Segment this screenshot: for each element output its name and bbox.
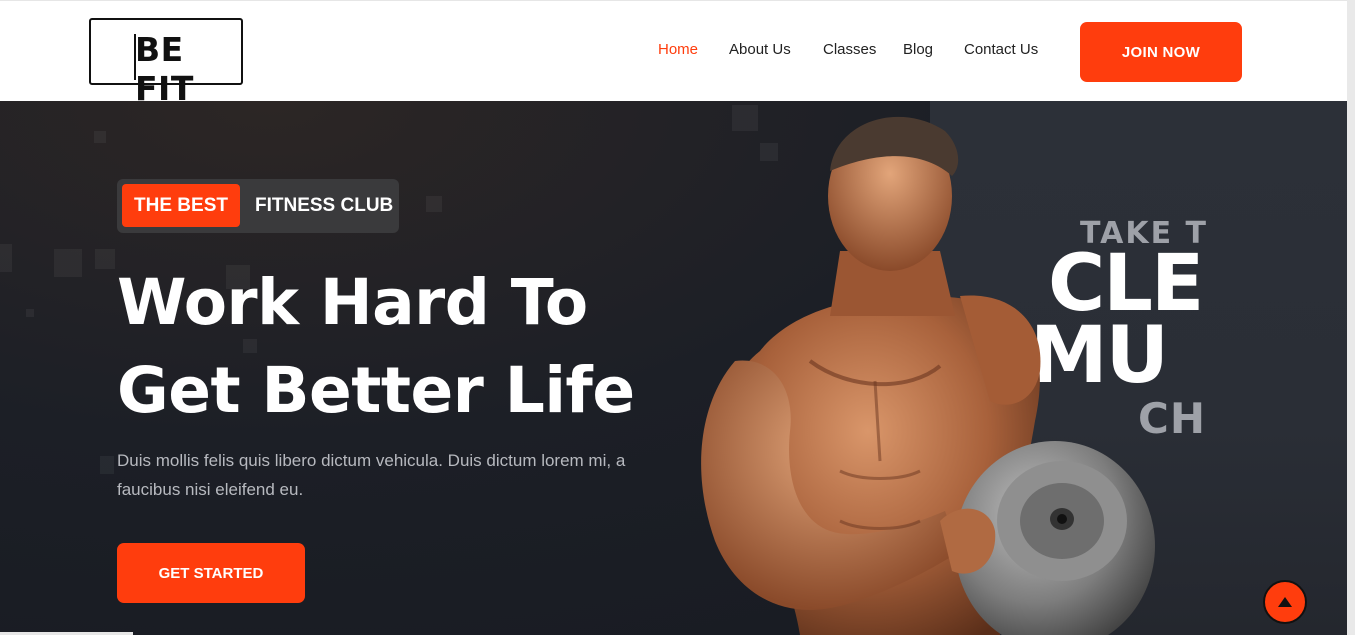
decor-square xyxy=(0,244,12,272)
decor-square xyxy=(94,131,106,143)
hero-badge: THE BEST FITNESS CLUB xyxy=(117,179,399,233)
decor-square xyxy=(100,456,114,474)
bodybuilder-dumbbell-icon xyxy=(701,116,1155,635)
nav-item-about-us[interactable]: About Us xyxy=(729,41,791,58)
nav-item-classes[interactable]: Classes xyxy=(823,41,876,58)
scroll-to-top-button[interactable] xyxy=(1263,580,1307,624)
hero-description: Duis mollis felis quis libero dictum veh… xyxy=(117,451,626,499)
decor-square xyxy=(95,249,115,269)
headline-line-1: Work Hard To xyxy=(117,266,588,339)
decor-square xyxy=(54,249,82,277)
hero-section: THE BEST FITNESS CLUB Work Hard To Get B… xyxy=(0,101,1347,635)
page-scrollbar-track[interactable] xyxy=(1347,0,1355,635)
decor-square xyxy=(26,309,34,317)
nav-item-contact-us[interactable]: Contact Us xyxy=(964,41,1038,58)
join-now-button[interactable]: JOIN NOW xyxy=(1080,22,1242,82)
headline-line-2: Get Better Life xyxy=(117,354,635,427)
badge-text: FITNESS CLUB xyxy=(255,195,394,216)
brand-logo[interactable]: BE FIT xyxy=(89,18,243,108)
arrow-up-icon xyxy=(1278,597,1292,607)
get-started-button[interactable]: GET STARTED xyxy=(117,543,305,603)
badge-highlight: THE BEST xyxy=(122,184,240,227)
decor-square xyxy=(426,196,442,212)
nav-item-blog[interactable]: Blog xyxy=(903,41,933,58)
logo-text: BE FIT xyxy=(135,30,194,108)
hero-headline: Work Hard To Get Better Life xyxy=(117,259,677,435)
site-header: BE FIT Home About Us Classes Blog Contac… xyxy=(0,0,1355,108)
nav-item-home[interactable]: Home xyxy=(658,41,698,58)
